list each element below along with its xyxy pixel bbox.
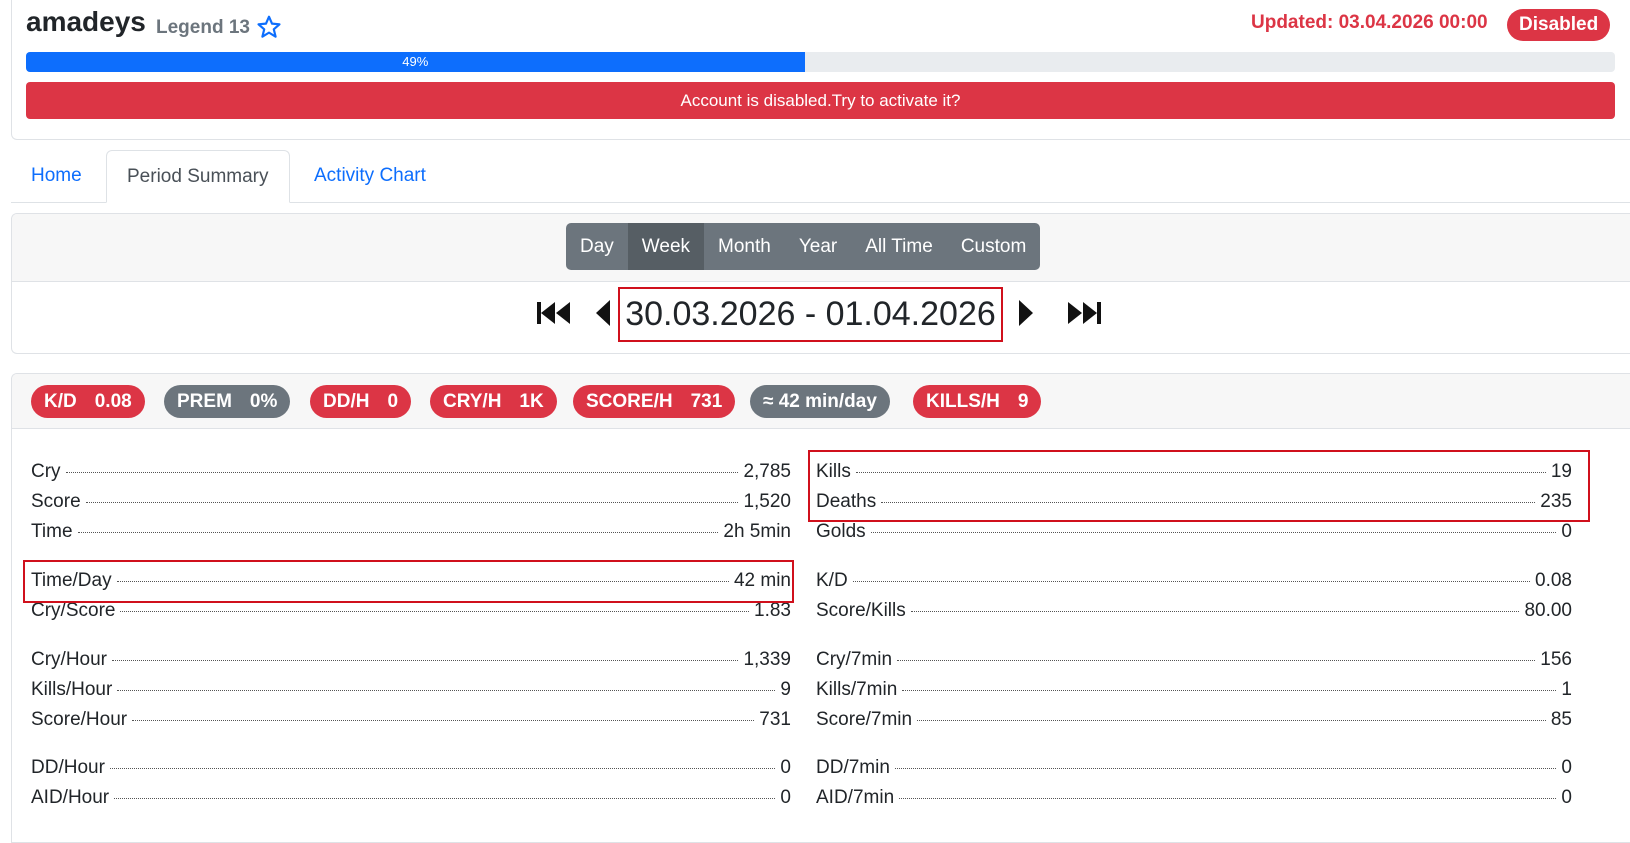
pill-value: 0.08	[94, 391, 132, 412]
ddh-pill: DD/H 0	[310, 385, 412, 418]
stat-value: 156	[1540, 649, 1572, 670]
stat-value: 0	[780, 757, 791, 778]
stat-row-score-kills: Score/Kills 80.00	[816, 600, 1572, 630]
stat-row-golds: Golds 0	[816, 521, 1572, 551]
stat-row-aid-hour: AID/Hour 0	[31, 787, 791, 817]
stat-value: 1,339	[743, 649, 791, 670]
period-all-time-button[interactable]: All Time	[851, 223, 947, 270]
progress-bar: 49%	[26, 52, 1615, 72]
stat-row-dd-hour: DD/Hour 0	[31, 757, 791, 787]
stat-label: Cry/Score	[31, 600, 116, 621]
pill-label: KILLS/H	[926, 391, 1000, 412]
stat-value: 1	[1561, 679, 1572, 700]
highlight-kills-deaths	[808, 450, 1590, 522]
stat-value: 0	[1561, 521, 1572, 542]
period-year-button[interactable]: Year	[784, 223, 852, 270]
pill-label: K/D	[44, 391, 77, 412]
stat-row-cry-7min: Cry/7min 156	[816, 649, 1572, 679]
next-icon[interactable]	[1015, 298, 1037, 328]
stat-value: 1.83	[754, 600, 791, 621]
cryh-pill: CRY/H 1K	[430, 385, 557, 418]
scoreh-pill: SCORE/H 731	[573, 385, 736, 418]
progress-fill: 49%	[26, 52, 805, 72]
prev-icon[interactable]	[592, 298, 614, 328]
updated-timestamp: Updated: 03.04.2026 00:00	[1251, 12, 1488, 33]
pill-label: DD/H	[323, 391, 370, 412]
stat-value: 80.00	[1524, 600, 1572, 621]
stat-value: 9	[780, 679, 791, 700]
date-range: 30.03.2026 - 01.04.2026	[618, 287, 1003, 342]
stat-label: Score/Kills	[816, 600, 906, 621]
period-day-button[interactable]: Day	[566, 223, 628, 270]
killsh-pill: KILLS/H 9	[913, 385, 1042, 418]
stat-label: Cry/7min	[816, 649, 893, 670]
stat-value: 0	[1561, 757, 1572, 778]
stat-row-time: Time 2h 5min	[31, 521, 791, 551]
stat-value: 0	[780, 787, 791, 808]
username: amadeys	[26, 6, 146, 37]
period-button-group: Day Week Month Year All Time Custom	[566, 223, 1041, 270]
highlight-time-day	[23, 560, 794, 603]
time-per-day-pill: ≈ 42 min/day	[750, 385, 890, 418]
disabled-alert[interactable]: Account is disabled.Try to activate it?	[26, 82, 1615, 119]
stat-value: 2h 5min	[723, 521, 791, 542]
skip-last-icon[interactable]	[1065, 298, 1103, 328]
stat-value: 0	[1561, 787, 1572, 808]
tab-period-summary[interactable]: Period Summary	[106, 150, 290, 203]
stat-value: 731	[759, 709, 791, 730]
pill-value: 731	[690, 391, 723, 412]
pill-value: 1K	[519, 391, 544, 412]
skip-first-icon[interactable]	[535, 298, 573, 328]
prem-pill: PREM 0%	[164, 385, 291, 418]
kd-pill: K/D 0.08	[31, 385, 145, 418]
stat-label: Score/Hour	[31, 709, 128, 730]
stat-row-score-7min: Score/7min 85	[816, 709, 1572, 739]
stat-label: AID/Hour	[31, 787, 110, 808]
rank-label: Legend 13	[156, 17, 250, 38]
stat-label: Cry/Hour	[31, 649, 108, 670]
stat-row-cry: Cry 2,785	[31, 461, 791, 491]
stat-value: 1,520	[743, 491, 791, 512]
pill-label: PREM	[177, 391, 232, 412]
pill-label: CRY/H	[443, 391, 502, 412]
pill-value: 0%	[249, 391, 278, 412]
period-week-button[interactable]: Week	[627, 223, 705, 270]
stat-label: DD/7min	[816, 757, 890, 778]
stat-value: 2,785	[743, 461, 791, 482]
stat-label: Score/7min	[816, 709, 913, 730]
stat-row-kd: K/D 0.08	[816, 570, 1572, 600]
stat-label: Cry	[31, 461, 61, 482]
tab-activity-chart[interactable]: Activity Chart	[294, 150, 446, 202]
stat-row-score-hour: Score/Hour 731	[31, 709, 791, 739]
stat-label: Score	[31, 491, 81, 512]
stat-row-kills-7min: Kills/7min 1	[816, 679, 1572, 709]
stat-label: DD/Hour	[31, 757, 105, 778]
stat-row-cry-hour: Cry/Hour 1,339	[31, 649, 791, 679]
stat-row-aid-7min: AID/7min 0	[816, 787, 1572, 817]
status-badge: Disabled	[1507, 9, 1611, 41]
stat-value: 85	[1550, 709, 1572, 730]
period-month-button[interactable]: Month	[704, 223, 785, 270]
stat-row-dd-7min: DD/7min 0	[816, 757, 1572, 787]
stat-label: K/D	[816, 570, 848, 591]
stat-row-cry-score: Cry/Score 1.83	[31, 600, 791, 630]
stat-value: 0.08	[1535, 570, 1572, 591]
period-custom-button[interactable]: Custom	[946, 223, 1041, 270]
pill-label: ≈ 42 min/day	[763, 391, 877, 412]
tab-home[interactable]: Home	[11, 150, 102, 202]
stat-label: Golds	[816, 521, 866, 542]
pill-value: 9	[1017, 391, 1029, 412]
pill-value: 0	[387, 391, 399, 412]
stat-row-score: Score 1,520	[31, 491, 791, 521]
stat-label: AID/7min	[816, 787, 895, 808]
pill-label: SCORE/H	[586, 391, 673, 412]
stat-label: Time	[31, 521, 73, 542]
star-outline-icon[interactable]	[256, 14, 282, 40]
stat-label: Kills/Hour	[31, 679, 113, 700]
stat-label: Kills/7min	[816, 679, 898, 700]
stat-row-kills-hour: Kills/Hour 9	[31, 679, 791, 709]
